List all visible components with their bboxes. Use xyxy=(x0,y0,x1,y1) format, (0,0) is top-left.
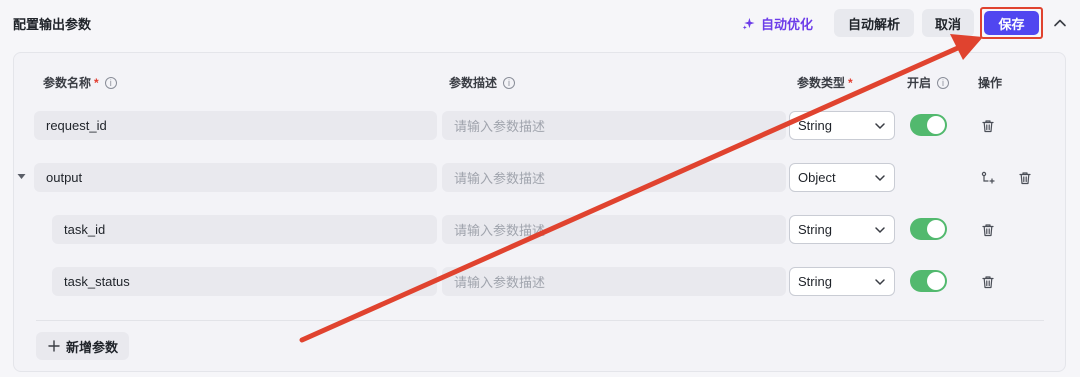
column-header-type-label: 参数类型 xyxy=(797,76,846,90)
chevron-down-icon xyxy=(875,123,885,130)
trash-icon[interactable] xyxy=(981,119,995,133)
chevron-down-icon xyxy=(875,227,885,234)
trash-icon[interactable] xyxy=(1018,171,1032,185)
chevron-down-icon xyxy=(875,175,885,182)
auto-parse-button[interactable]: 自动解析 xyxy=(834,9,914,37)
param-type-select[interactable]: String xyxy=(789,111,895,140)
info-icon[interactable]: i xyxy=(937,76,950,89)
toggle-knob xyxy=(927,220,945,238)
chevron-up-icon[interactable] xyxy=(1050,13,1070,33)
param-type-value: String xyxy=(798,118,832,133)
param-description-input[interactable]: 请输入参数描述 xyxy=(442,163,786,192)
required-mark: * xyxy=(848,75,853,90)
add-param-button[interactable]: 新增参数 xyxy=(36,332,129,360)
param-name-input[interactable]: request_id xyxy=(34,111,437,140)
page-title: 配置输出参数 xyxy=(13,17,92,32)
enabled-toggle[interactable] xyxy=(910,114,947,136)
trash-icon[interactable] xyxy=(981,223,995,237)
add-param-label: 新增参数 xyxy=(66,339,119,355)
column-header-actions: 操作 xyxy=(978,74,1002,91)
param-description-input[interactable]: 请输入参数描述 xyxy=(442,111,786,140)
column-header-actions-label: 操作 xyxy=(978,76,1003,90)
caret-down-icon[interactable] xyxy=(17,172,26,181)
save-button[interactable]: 保存 xyxy=(984,11,1039,35)
plus-icon xyxy=(48,340,60,352)
header: 配置输出参数 自动优化 自动解析 取消 保存 xyxy=(0,0,1080,46)
cancel-button[interactable]: 取消 xyxy=(922,9,974,37)
enabled-toggle[interactable] xyxy=(910,270,947,292)
required-mark: * xyxy=(94,75,99,90)
param-type-value: String xyxy=(798,222,832,237)
param-type-value: Object xyxy=(798,170,836,185)
column-header-enabled-label: 开启 xyxy=(907,76,932,90)
toggle-knob xyxy=(927,272,945,290)
toggle-knob xyxy=(927,116,945,134)
column-header-name-label: 参数名称 xyxy=(43,76,92,90)
add-child-icon[interactable] xyxy=(981,171,995,185)
column-header-enabled: 开启 i xyxy=(907,74,950,91)
trash-icon[interactable] xyxy=(981,275,995,289)
enabled-toggle[interactable] xyxy=(910,218,947,240)
param-description-input[interactable]: 请输入参数描述 xyxy=(442,215,786,244)
column-header-type: 参数类型 * xyxy=(797,74,853,91)
info-icon[interactable]: i xyxy=(503,76,516,89)
auto-optimize-label: 自动优化 xyxy=(761,16,814,32)
info-icon[interactable]: i xyxy=(104,76,117,89)
param-type-select[interactable]: String xyxy=(789,267,895,296)
divider xyxy=(36,320,1044,321)
auto-optimize-button[interactable]: 自动优化 xyxy=(742,10,813,36)
param-type-value: String xyxy=(798,274,832,289)
param-name-input[interactable]: task_status xyxy=(52,267,437,296)
param-name-input[interactable]: task_id xyxy=(52,215,437,244)
column-header-name: 参数名称 * i xyxy=(43,74,117,91)
param-type-select[interactable]: Object xyxy=(789,163,895,192)
column-header-description-label: 参数描述 xyxy=(449,76,498,90)
chevron-down-icon xyxy=(875,279,885,286)
param-description-input[interactable]: 请输入参数描述 xyxy=(442,267,786,296)
sparkle-icon xyxy=(742,17,755,29)
column-header-description: 参数描述 i xyxy=(449,74,516,91)
param-name-input[interactable]: output xyxy=(34,163,437,192)
params-panel xyxy=(13,52,1066,372)
param-type-select[interactable]: String xyxy=(789,215,895,244)
save-button-highlight: 保存 xyxy=(980,7,1043,39)
